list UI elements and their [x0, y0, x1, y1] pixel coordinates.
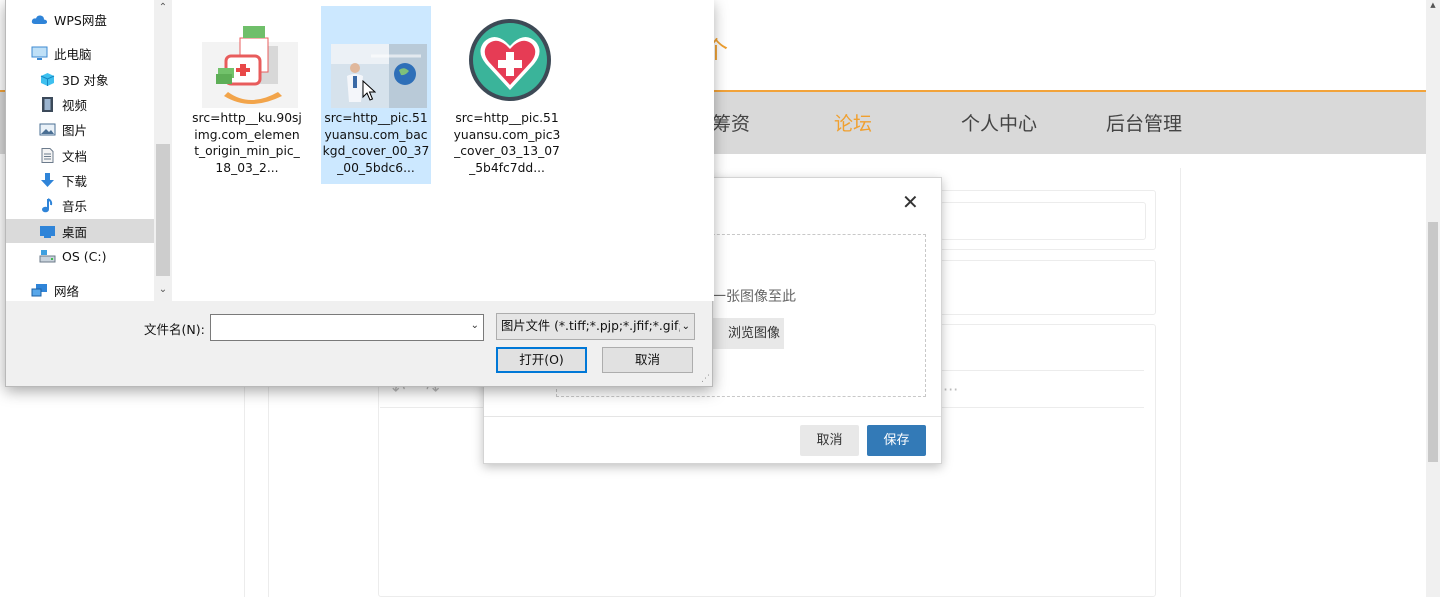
filename-input[interactable]: ⌄: [210, 314, 484, 341]
tree-item-label: OS (C:): [62, 248, 107, 264]
tree-item-label: 此电脑: [54, 46, 92, 62]
tree-item-this-pc[interactable]: 此电脑: [6, 41, 154, 65]
file-item[interactable]: src=http__ku.90sjimg.com_element_origin_…: [192, 6, 302, 184]
tree-item-label: 桌面: [62, 224, 88, 240]
navigation-scrollbar[interactable]: ⌃ ⌄: [154, 0, 172, 301]
tree-item-3d-objects[interactable]: 3D 对象: [6, 67, 154, 91]
tree-item-desktop[interactable]: 桌面: [6, 219, 154, 243]
music-icon: [39, 197, 56, 213]
content-border-right: [1180, 168, 1181, 597]
tree-item-label: WPS网盘: [54, 12, 107, 28]
tree-item-network[interactable]: 网络: [6, 278, 154, 301]
category-field[interactable]: [938, 260, 1156, 315]
tree-item-wps-drive[interactable]: WPS网盘: [6, 7, 154, 31]
tree-item-pictures[interactable]: 图片: [6, 117, 154, 141]
more-icon[interactable]: ···: [943, 380, 958, 399]
tree-item-label: 网络: [54, 283, 80, 299]
doctor-globe-thumb: [331, 44, 427, 108]
tree-item-label: 3D 对象: [62, 72, 109, 88]
close-icon[interactable]: ✕: [902, 190, 919, 214]
document-icon: [39, 147, 56, 163]
cube-icon: [39, 72, 56, 87]
scroll-up-icon[interactable]: ▲: [1427, 0, 1439, 10]
title-input[interactable]: [940, 202, 1146, 240]
cancel-button[interactable]: 取消: [800, 425, 859, 456]
chevron-down-icon[interactable]: ⌄: [679, 314, 690, 339]
page-scrollbar[interactable]: ▲: [1426, 0, 1440, 597]
medical-kit-thumb: [202, 12, 298, 108]
tree-item-label: 视频: [62, 97, 88, 113]
filetype-value: 图片文件 (*.tiff;*.pjp;*.jfif;*.gif;: [501, 319, 683, 333]
filename-label: 文件名(N):: [144, 322, 205, 337]
tree-item-downloads[interactable]: 下载: [6, 168, 154, 192]
heart-cross-thumb: [462, 12, 558, 108]
scroll-up-icon[interactable]: ⌃: [154, 2, 172, 13]
tree-item-label: 图片: [62, 122, 88, 138]
drive-icon: [39, 249, 56, 264]
dropzone-text: 一张图像至此: [712, 289, 796, 305]
desktop-icon: [39, 224, 56, 239]
open-file-dialog: WPS网盘 此电脑 3D 对象 视频 图片 文档 下载 音乐 桌面 OS (C:…: [5, 0, 714, 387]
tree-item-os-drive[interactable]: OS (C:): [6, 244, 154, 268]
browse-image-button[interactable]: 浏览图像: [708, 318, 784, 349]
open-button[interactable]: 打开(O): [496, 347, 587, 373]
modal-footer-divider: [484, 416, 941, 417]
page-scrollbar-thumb[interactable]: [1428, 222, 1438, 462]
file-item[interactable]: src=http__pic.51yuansu.com_pic3_cover_03…: [452, 6, 562, 184]
filetype-select[interactable]: 图片文件 (*.tiff;*.pjp;*.jfif;*.gif; ⌄: [496, 313, 695, 340]
file-list: src=http__ku.90sjimg.com_element_origin_…: [172, 0, 714, 301]
cloud-icon: [31, 12, 48, 27]
video-icon: [39, 96, 56, 112]
scroll-down-icon[interactable]: ⌄: [154, 284, 172, 295]
file-name: src=http__pic.51yuansu.com_pic3_cover_03…: [453, 111, 561, 175]
tree-item-documents[interactable]: 文档: [6, 143, 154, 167]
resize-grip-icon[interactable]: ⋰: [701, 374, 710, 384]
mouse-cursor-icon: [362, 79, 377, 106]
navigation-scrollbar-thumb[interactable]: [156, 144, 170, 276]
picture-icon: [39, 122, 56, 137]
tree-item-videos[interactable]: 视频: [6, 92, 154, 116]
chevron-down-icon[interactable]: ⌄: [471, 320, 479, 331]
file-name: src=http__pic.51yuansu.com_backgd_cover_…: [322, 111, 430, 175]
tree-item-label: 音乐: [62, 198, 88, 214]
tree-item-label: 文档: [62, 148, 88, 164]
network-icon: [31, 283, 48, 298]
file-item[interactable]: src=http__pic.51yuansu.com_backgd_cover_…: [321, 6, 431, 184]
nav-item-personal-center[interactable]: 个人中心: [961, 109, 1037, 136]
tree-item-label: 下载: [62, 173, 88, 189]
nav-item-forum[interactable]: 论坛: [834, 109, 872, 136]
file-name: src=http__ku.90sjimg.com_element_origin_…: [192, 111, 302, 175]
tree-item-music[interactable]: 音乐: [6, 193, 154, 217]
nav-item-admin[interactable]: 后台管理: [1106, 109, 1182, 136]
nav-item-fundraising[interactable]: 筹资: [712, 109, 750, 136]
dialog-cancel-button[interactable]: 取消: [602, 347, 693, 373]
download-icon: [39, 172, 56, 188]
navigation-pane: WPS网盘 此电脑 3D 对象 视频 图片 文档 下载 音乐 桌面 OS (C:…: [6, 0, 172, 301]
computer-icon: [31, 46, 48, 61]
save-button[interactable]: 保存: [867, 425, 926, 456]
